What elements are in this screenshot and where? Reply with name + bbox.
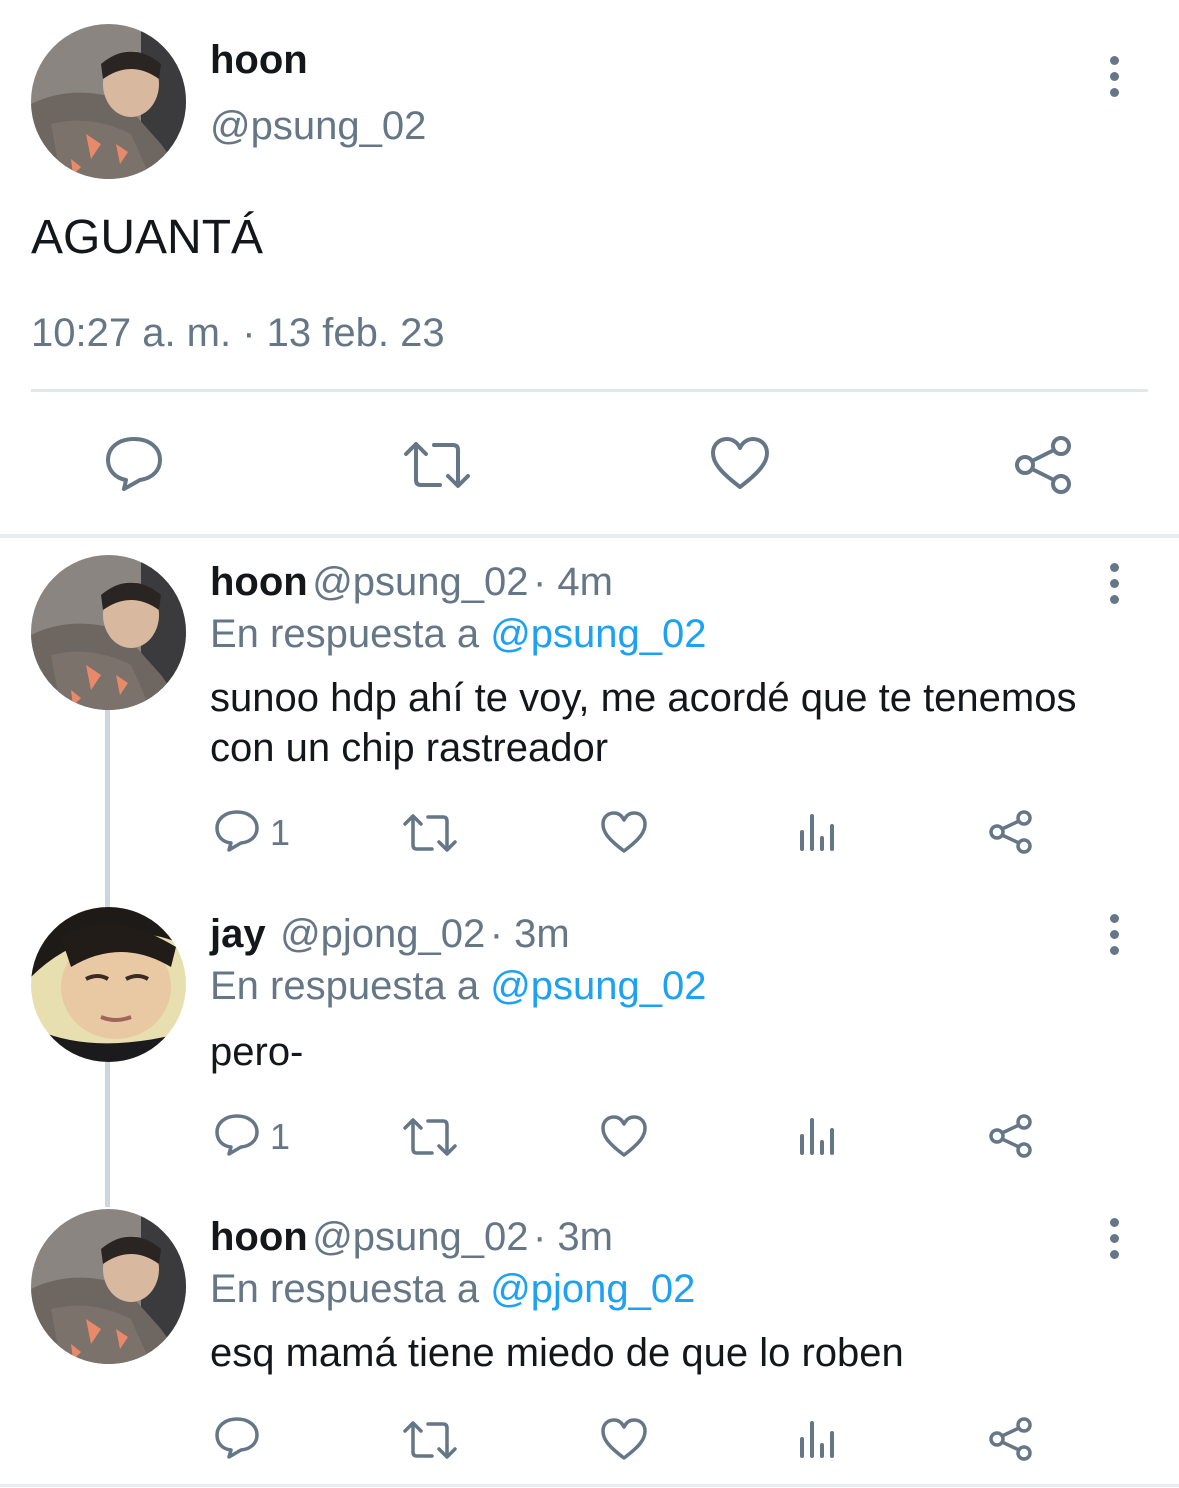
section-divider (0, 534, 1179, 538)
reply-time: · 3m (489, 912, 570, 956)
more-options-icon[interactable] (1110, 56, 1120, 104)
thread-line (105, 1062, 110, 1207)
author-name[interactable]: hoon (210, 1215, 308, 1259)
replying-to: En respuesta a @psung_02 (210, 612, 707, 657)
reply-text-line: pero- (210, 1030, 304, 1074)
author-handle[interactable]: @psung_02 (210, 104, 426, 149)
more-options-icon[interactable] (1110, 563, 1120, 611)
retweet-icon[interactable] (402, 1420, 458, 1460)
reply-header: hoon @psung_02 · 3m (210, 1215, 613, 1260)
reply-text: pero- (210, 1027, 303, 1077)
share-icon[interactable] (988, 1417, 1034, 1461)
reply-text-line: con un chip rastreador (210, 726, 609, 770)
reply-text: esq mamá tiene miedo de que lo roben (210, 1328, 904, 1378)
reply-time: · 4m (532, 560, 613, 604)
author-name[interactable]: hoon (210, 38, 308, 83)
mention-link[interactable]: @pjong_02 (490, 1267, 695, 1311)
replying-to: En respuesta a @psung_02 (210, 964, 707, 1009)
replying-to-label: En respuesta a (210, 612, 480, 656)
thread-line (105, 708, 110, 908)
reply-count: 1 (270, 1116, 291, 1157)
author-handle[interactable]: @psung_02 (312, 560, 528, 604)
avatar[interactable] (31, 1209, 186, 1364)
reply-icon[interactable] (214, 1416, 260, 1460)
author-handle[interactable]: @psung_02 (312, 1215, 528, 1259)
reply-header: hoon @psung_02 · 4m (210, 560, 613, 605)
reply-icon[interactable] (214, 809, 260, 853)
like-icon[interactable] (600, 1417, 648, 1461)
reply-count: 1 (270, 812, 291, 853)
avatar[interactable] (31, 24, 186, 179)
more-options-icon[interactable] (1110, 1218, 1120, 1266)
author-name[interactable]: jay (210, 912, 266, 956)
like-icon[interactable] (600, 810, 648, 854)
tweet-text: AGUANTÁ (31, 211, 264, 264)
author-handle[interactable]: @pjong_02 (280, 912, 485, 956)
reply-icon[interactable] (214, 1113, 260, 1157)
analytics-icon[interactable] (798, 812, 838, 852)
reply-text-line: sunoo hdp ahí te voy, me acordé que te t… (210, 676, 1077, 720)
bottom-divider (0, 1484, 1179, 1487)
replying-to-label: En respuesta a (210, 1267, 480, 1311)
retweet-icon[interactable] (402, 1117, 458, 1157)
divider (31, 389, 1148, 392)
retweet-icon[interactable] (402, 440, 472, 490)
like-icon[interactable] (709, 435, 771, 491)
author-name[interactable]: hoon (210, 560, 308, 604)
share-icon[interactable] (988, 810, 1034, 854)
more-options-icon[interactable] (1110, 914, 1120, 962)
share-icon[interactable] (1013, 435, 1075, 495)
like-icon[interactable] (600, 1114, 648, 1158)
reply-text: sunoo hdp ahí te voy, me acordé que te t… (210, 673, 1076, 773)
avatar[interactable] (31, 555, 186, 710)
mention-link[interactable]: @psung_02 (490, 964, 706, 1008)
avatar[interactable] (31, 907, 186, 1062)
replying-to-label: En respuesta a (210, 964, 480, 1008)
reply-icon[interactable] (104, 435, 164, 493)
mention-link[interactable]: @psung_02 (490, 612, 706, 656)
reply-text-line: esq mamá tiene miedo de que lo roben (210, 1331, 904, 1375)
reply-time: · 3m (532, 1215, 613, 1259)
replying-to: En respuesta a @pjong_02 (210, 1267, 695, 1312)
tweet-timestamp[interactable]: 10:27 a. m. · 13 feb. 23 (31, 311, 445, 356)
share-icon[interactable] (988, 1114, 1034, 1158)
reply-header: jay @pjong_02 · 3m (210, 912, 570, 957)
analytics-icon[interactable] (798, 1116, 838, 1156)
analytics-icon[interactable] (798, 1419, 838, 1459)
retweet-icon[interactable] (402, 813, 458, 853)
